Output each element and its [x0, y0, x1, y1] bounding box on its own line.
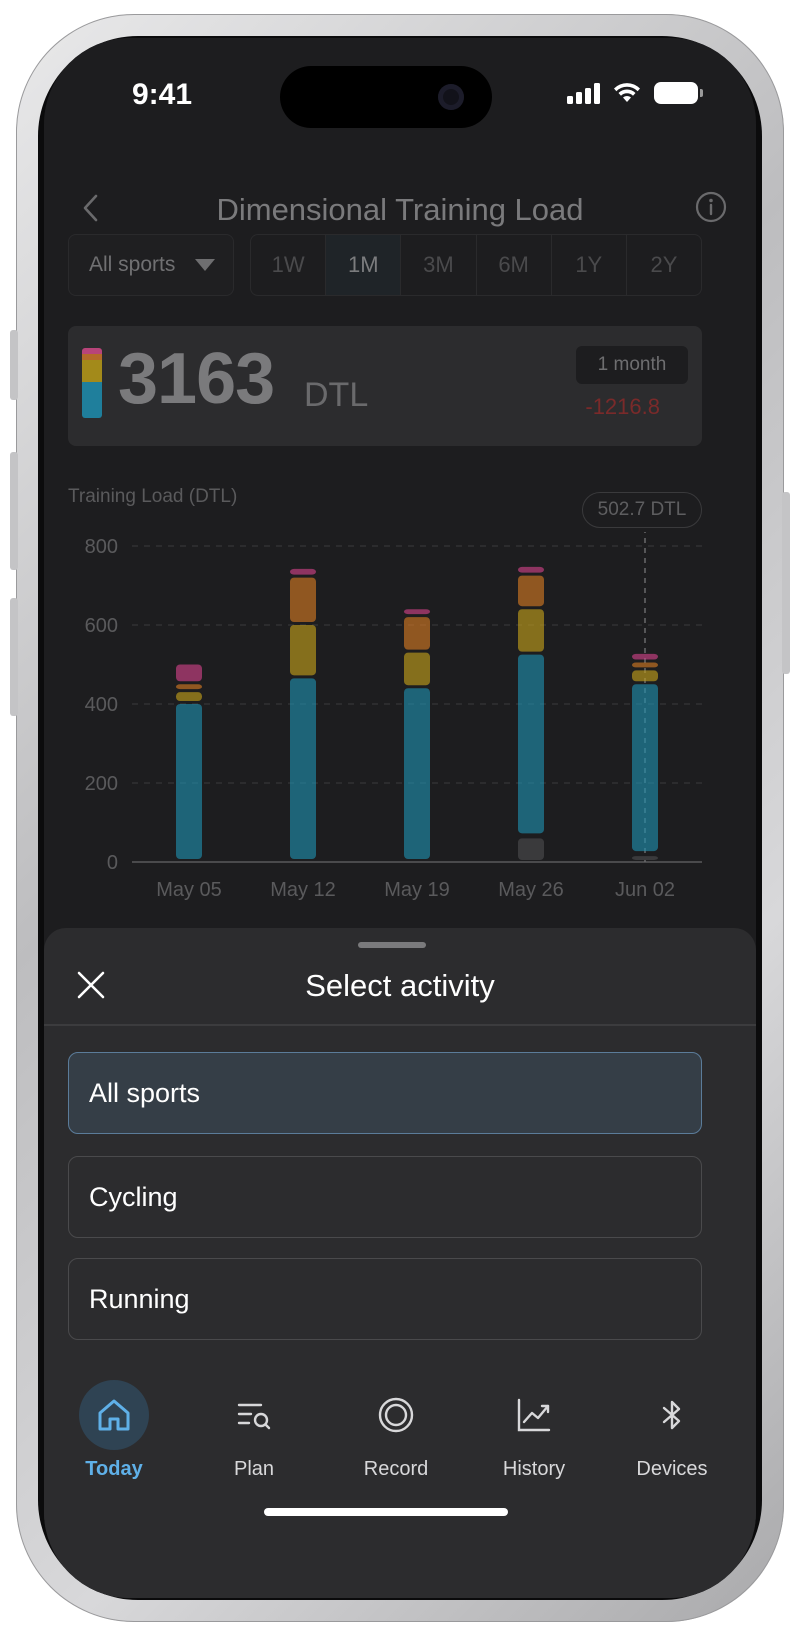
y-tick-label: 0	[107, 852, 118, 874]
x-tick-label: May 26	[498, 879, 564, 901]
bar-segment	[632, 684, 658, 852]
plan-search-icon	[237, 1403, 271, 1430]
bluetooth-icon	[662, 1400, 681, 1430]
tab-history[interactable]: History	[464, 1368, 604, 1498]
option-label: All sports	[89, 1077, 201, 1108]
bar-segment	[632, 662, 658, 668]
bar-segment	[290, 625, 316, 676]
action-button	[10, 330, 18, 400]
status-icons	[567, 82, 703, 104]
info-icon[interactable]	[694, 190, 728, 224]
home-icon	[98, 1399, 130, 1431]
option-all-sports[interactable]: All sports	[68, 1052, 702, 1134]
option-running[interactable]: Running	[68, 1258, 702, 1340]
bar-segment	[176, 704, 202, 859]
bar-segment	[518, 654, 544, 834]
tab-today[interactable]: Today	[44, 1368, 184, 1498]
summary-card: 3163 DTL 1 month -1216.8	[68, 326, 702, 446]
x-tick-label: Jun 02	[615, 879, 675, 901]
chart-title: Training Load (DTL)	[68, 486, 238, 507]
range-tab-2y[interactable]: 2Y	[627, 235, 701, 295]
screen: 9:41 Dimensional Training Load All sport…	[44, 38, 756, 1598]
bar-segment	[176, 692, 202, 701]
bar-segment	[290, 568, 316, 575]
delta-value: -1216.8	[585, 394, 660, 419]
bar-segment	[176, 664, 202, 682]
bar-segment	[518, 566, 544, 573]
bar-segment	[518, 575, 544, 607]
tab-label: History	[502, 1458, 566, 1480]
bar-segment	[518, 609, 544, 652]
x-tick-label: May 12	[270, 879, 336, 901]
bar-segment	[290, 577, 316, 622]
option-label: Running	[89, 1283, 190, 1314]
total-dtl-unit: DTL	[304, 376, 369, 414]
tab-bar: Today Plan Record History Devices	[44, 1368, 756, 1598]
home-indicator	[264, 1508, 508, 1516]
option-cycling[interactable]: Cycling	[68, 1156, 702, 1238]
range-tab-1m[interactable]: 1M	[326, 235, 402, 295]
caret-down-icon	[195, 259, 215, 271]
bar-segment-other	[632, 856, 658, 860]
bar-segment	[404, 617, 430, 650]
cellular-signal-icon	[567, 82, 600, 104]
sheet-grabber[interactable]	[358, 942, 426, 948]
tab-plan[interactable]: Plan	[184, 1368, 324, 1498]
summary-stack-icon	[82, 348, 102, 418]
wifi-icon	[614, 83, 640, 102]
sheet-divider	[44, 1024, 756, 1026]
volume-up-button	[10, 452, 18, 570]
range-tab-3m[interactable]: 3M	[401, 235, 477, 295]
status-time: 9:41	[132, 78, 193, 111]
bar-segment-other	[518, 838, 544, 860]
bar-segment	[404, 652, 430, 686]
page-title: Dimensional Training Load	[216, 192, 584, 227]
bar-segment	[404, 688, 430, 859]
y-tick-label: 200	[85, 773, 118, 795]
tab-record[interactable]: Record	[326, 1368, 466, 1498]
battery-icon	[654, 82, 703, 104]
tab-devices[interactable]: Devices	[602, 1368, 742, 1498]
range-tab-1w[interactable]: 1W	[251, 235, 327, 295]
option-label: Cycling	[89, 1181, 178, 1212]
range-tab-6m[interactable]: 6M	[477, 235, 552, 295]
page-header: Dimensional Training Load	[44, 178, 756, 238]
training-load-chart[interactable]: 0 200 400 600 800 May 05 May 12 May 19 May 26 Jun…	[44, 532, 756, 912]
period-badge: 1 month	[576, 346, 688, 384]
sheet-title: Select activity	[305, 968, 495, 1003]
tab-label: Today	[85, 1458, 143, 1480]
y-tick-label: 800	[85, 536, 118, 558]
range-tabs: 1W 1M 3M 6M 1Y 2Y	[250, 234, 702, 296]
selected-value-tooltip: 502.7 DTL	[582, 492, 702, 528]
dynamic-island	[280, 66, 492, 128]
y-tick-label: 400	[85, 694, 118, 716]
x-tick-label: May 05	[156, 879, 222, 901]
tab-label: Plan	[233, 1458, 275, 1480]
bar-segment	[632, 670, 658, 682]
y-tick-label: 600	[85, 615, 118, 637]
sport-dropdown-label: All sports	[89, 253, 176, 276]
bar-segment	[176, 684, 202, 690]
volume-down-button	[10, 598, 18, 716]
tab-label: Devices	[636, 1458, 708, 1480]
range-tab-1y[interactable]: 1Y	[552, 235, 627, 295]
chart-line-icon	[517, 1398, 551, 1432]
tab-label: Record	[363, 1458, 429, 1480]
x-tick-label: May 19	[384, 879, 450, 901]
bar-segment	[404, 609, 430, 615]
camera-icon	[438, 84, 464, 110]
record-icon	[378, 1397, 414, 1433]
bar-segment	[290, 678, 316, 859]
sport-dropdown[interactable]: All sports	[68, 234, 234, 296]
bar-segment	[632, 653, 658, 660]
total-dtl-value: 3163	[118, 339, 275, 419]
power-button	[782, 492, 790, 674]
